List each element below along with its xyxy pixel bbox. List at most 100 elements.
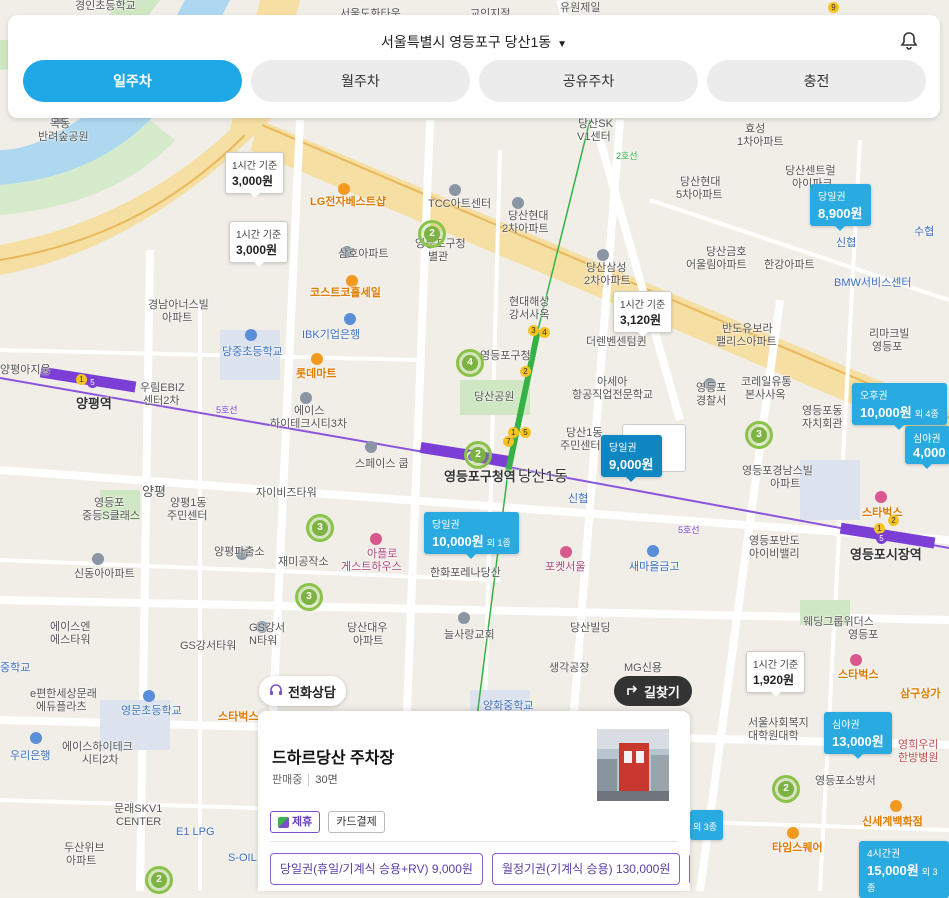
map-label: 영희우리 <box>898 739 939 751</box>
parking-cluster[interactable]: 4 <box>456 349 484 377</box>
price-marker[interactable]: 1시간 기준 3,120원 <box>613 291 673 337</box>
line-badge: 9 <box>828 2 839 13</box>
ticket-list: 당일권(휴일/기계식 승용+RV) 9,000원 월정기권(기계식 승용) 13… <box>270 853 690 885</box>
map-label: 에이스하이테크 <box>62 741 133 753</box>
building-icon <box>365 441 377 453</box>
tab-charging[interactable]: 충전 <box>707 60 926 102</box>
price-marker[interactable]: 1시간 기준 3,000원 <box>225 152 285 198</box>
cafe-icon <box>850 654 862 666</box>
map-label: 아세아 <box>597 376 628 388</box>
tab-bar: 일주차 월주차 공유주차 충전 <box>23 60 926 102</box>
map-label: 경찰서 <box>696 395 727 407</box>
parking-cluster[interactable]: 2 <box>418 220 446 248</box>
price-marker[interactable]: 당일권 8,900원 <box>810 184 871 231</box>
map-label: 수협 <box>914 226 935 238</box>
line-badge: 3 <box>528 325 539 336</box>
ticket-chip-partial[interactable] <box>689 853 690 885</box>
price-marker[interactable]: 당일권 10,000원 외 1종 <box>424 512 519 559</box>
tab-monthly[interactable]: 월주차 <box>251 60 470 102</box>
map-label: N타워 <box>249 635 278 647</box>
marker-type: 당일권 <box>609 443 637 454</box>
map-label: 영문초등학교 <box>121 705 182 717</box>
line-badge: 5 <box>520 427 531 438</box>
line-badge: 1 <box>76 374 87 385</box>
map-label: 유원제일 <box>560 2 601 14</box>
map-label: IBK기업은행 <box>302 329 361 341</box>
map-label: GS강서타워 <box>180 640 237 652</box>
map-label: 강서사옥 <box>509 309 550 321</box>
tab-daily[interactable]: 일주차 <box>23 60 242 102</box>
marker-pointer <box>922 464 933 469</box>
lot-capacity: 30면 <box>308 774 338 786</box>
parking-lot-card[interactable]: 드하르당산 주차장 판매중 30면 제휴 카드결제 당일권(휴일/기계식 승용+R… <box>258 711 690 891</box>
marker-extra: 외 3종 <box>693 822 718 832</box>
map-label: 한방병원 <box>898 752 939 764</box>
map-label: CENTER <box>116 816 162 828</box>
parking-cluster[interactable]: 3 <box>745 421 773 449</box>
map-label: 효성 <box>745 123 766 135</box>
phone-consult-button[interactable]: 전화상담 <box>259 676 346 706</box>
cafe-icon <box>875 491 887 503</box>
map-label: 한강아파트 <box>764 259 815 271</box>
location-text: 서울특별시 영등포구 당산1동 <box>380 34 552 50</box>
bank-icon <box>30 732 42 744</box>
map-label: 더렌벤센텀퀸 <box>586 336 647 348</box>
line-label: 2호선 <box>616 151 638 161</box>
price-marker[interactable]: 1시간 기준 3,000원 <box>229 221 289 267</box>
price-marker-partial[interactable]: 외 3종 <box>690 810 724 840</box>
map-label: 우리은행 <box>10 750 51 762</box>
line-badge: 2 <box>888 515 899 526</box>
map-label: 아파트 <box>770 478 801 490</box>
apartment-icon <box>597 249 609 261</box>
parking-cluster[interactable]: 2 <box>772 775 800 803</box>
map-label: 당산공원 <box>474 391 515 403</box>
parking-cluster[interactable]: 3 <box>306 514 334 542</box>
map-label: 삼구상가 <box>900 688 941 700</box>
price-marker-selected[interactable]: 당일권 9,000원 <box>601 435 662 482</box>
map-label: 게스트하우스 <box>341 561 402 573</box>
marker-price: 9,000원 <box>609 457 654 472</box>
price-marker[interactable]: 심야권 4,000 <box>905 426 949 469</box>
marker-type: 1시간 기준 <box>236 230 282 241</box>
ticket-chip[interactable]: 월정기권(기계식 승용) 130,000원 <box>491 853 681 885</box>
map-label: 삼호아파트 <box>338 248 389 260</box>
map-label: 당산삼성 <box>586 262 627 274</box>
map-label: 당중초등학교 <box>222 346 283 358</box>
line-badge: 1 <box>508 427 519 438</box>
parking-cluster[interactable]: 2 <box>145 866 173 894</box>
map-label: 당산1동 <box>518 468 568 485</box>
marker-price: 13,000원 <box>832 734 884 749</box>
lot-photo[interactable] <box>597 729 669 801</box>
price-marker[interactable]: 심야권 13,000원 <box>824 712 892 759</box>
ticket-chip[interactable]: 당일권(휴일/기계식 승용+RV) 9,000원 <box>270 853 483 885</box>
tab-shared[interactable]: 공유주차 <box>479 60 698 102</box>
marker-type: 1시간 기준 <box>753 660 799 671</box>
marker-type: 오후권 <box>860 391 888 402</box>
line-badge: 5 <box>87 377 98 388</box>
line-badge: 4 <box>539 327 550 338</box>
price-marker[interactable]: 1시간 기준 1,920원 <box>746 651 806 697</box>
map-label: 에스타워 <box>50 634 91 646</box>
map-label: 당산센트럴 <box>785 165 836 177</box>
parking-cluster[interactable]: 2 <box>464 441 492 469</box>
map-label: 스타벅스 <box>218 711 259 723</box>
bell-icon[interactable] <box>900 31 918 51</box>
directions-button[interactable]: 길찾기 <box>614 676 692 706</box>
map-label: 어울림아파트 <box>686 259 747 271</box>
marker-price: 1,920원 <box>753 673 795 687</box>
parking-cluster[interactable]: 3 <box>295 583 323 611</box>
marker-pointer <box>253 262 264 267</box>
map-label: 아이비밸리 <box>749 548 800 560</box>
map-label: 아파트 <box>66 855 97 867</box>
price-marker[interactable]: 4시간권 15,000원 외 3종 <box>859 841 949 898</box>
map-label: S-OIL <box>228 852 257 864</box>
map-label: 양평 <box>142 484 166 499</box>
location-selector[interactable]: 서울특별시 영등포구 당산1동 ▼ <box>8 32 940 52</box>
map-label: 시티2차 <box>82 754 119 766</box>
price-marker[interactable]: 오후권 10,000원 외 4종 <box>852 383 947 430</box>
directions-label: 길찾기 <box>644 684 680 700</box>
map-label: 서울사회복지 <box>748 717 809 729</box>
marker-type: 심야권 <box>913 434 941 445</box>
map-label: 코레일유통 <box>741 376 792 388</box>
map-label: 양평아지웅 <box>0 364 51 376</box>
